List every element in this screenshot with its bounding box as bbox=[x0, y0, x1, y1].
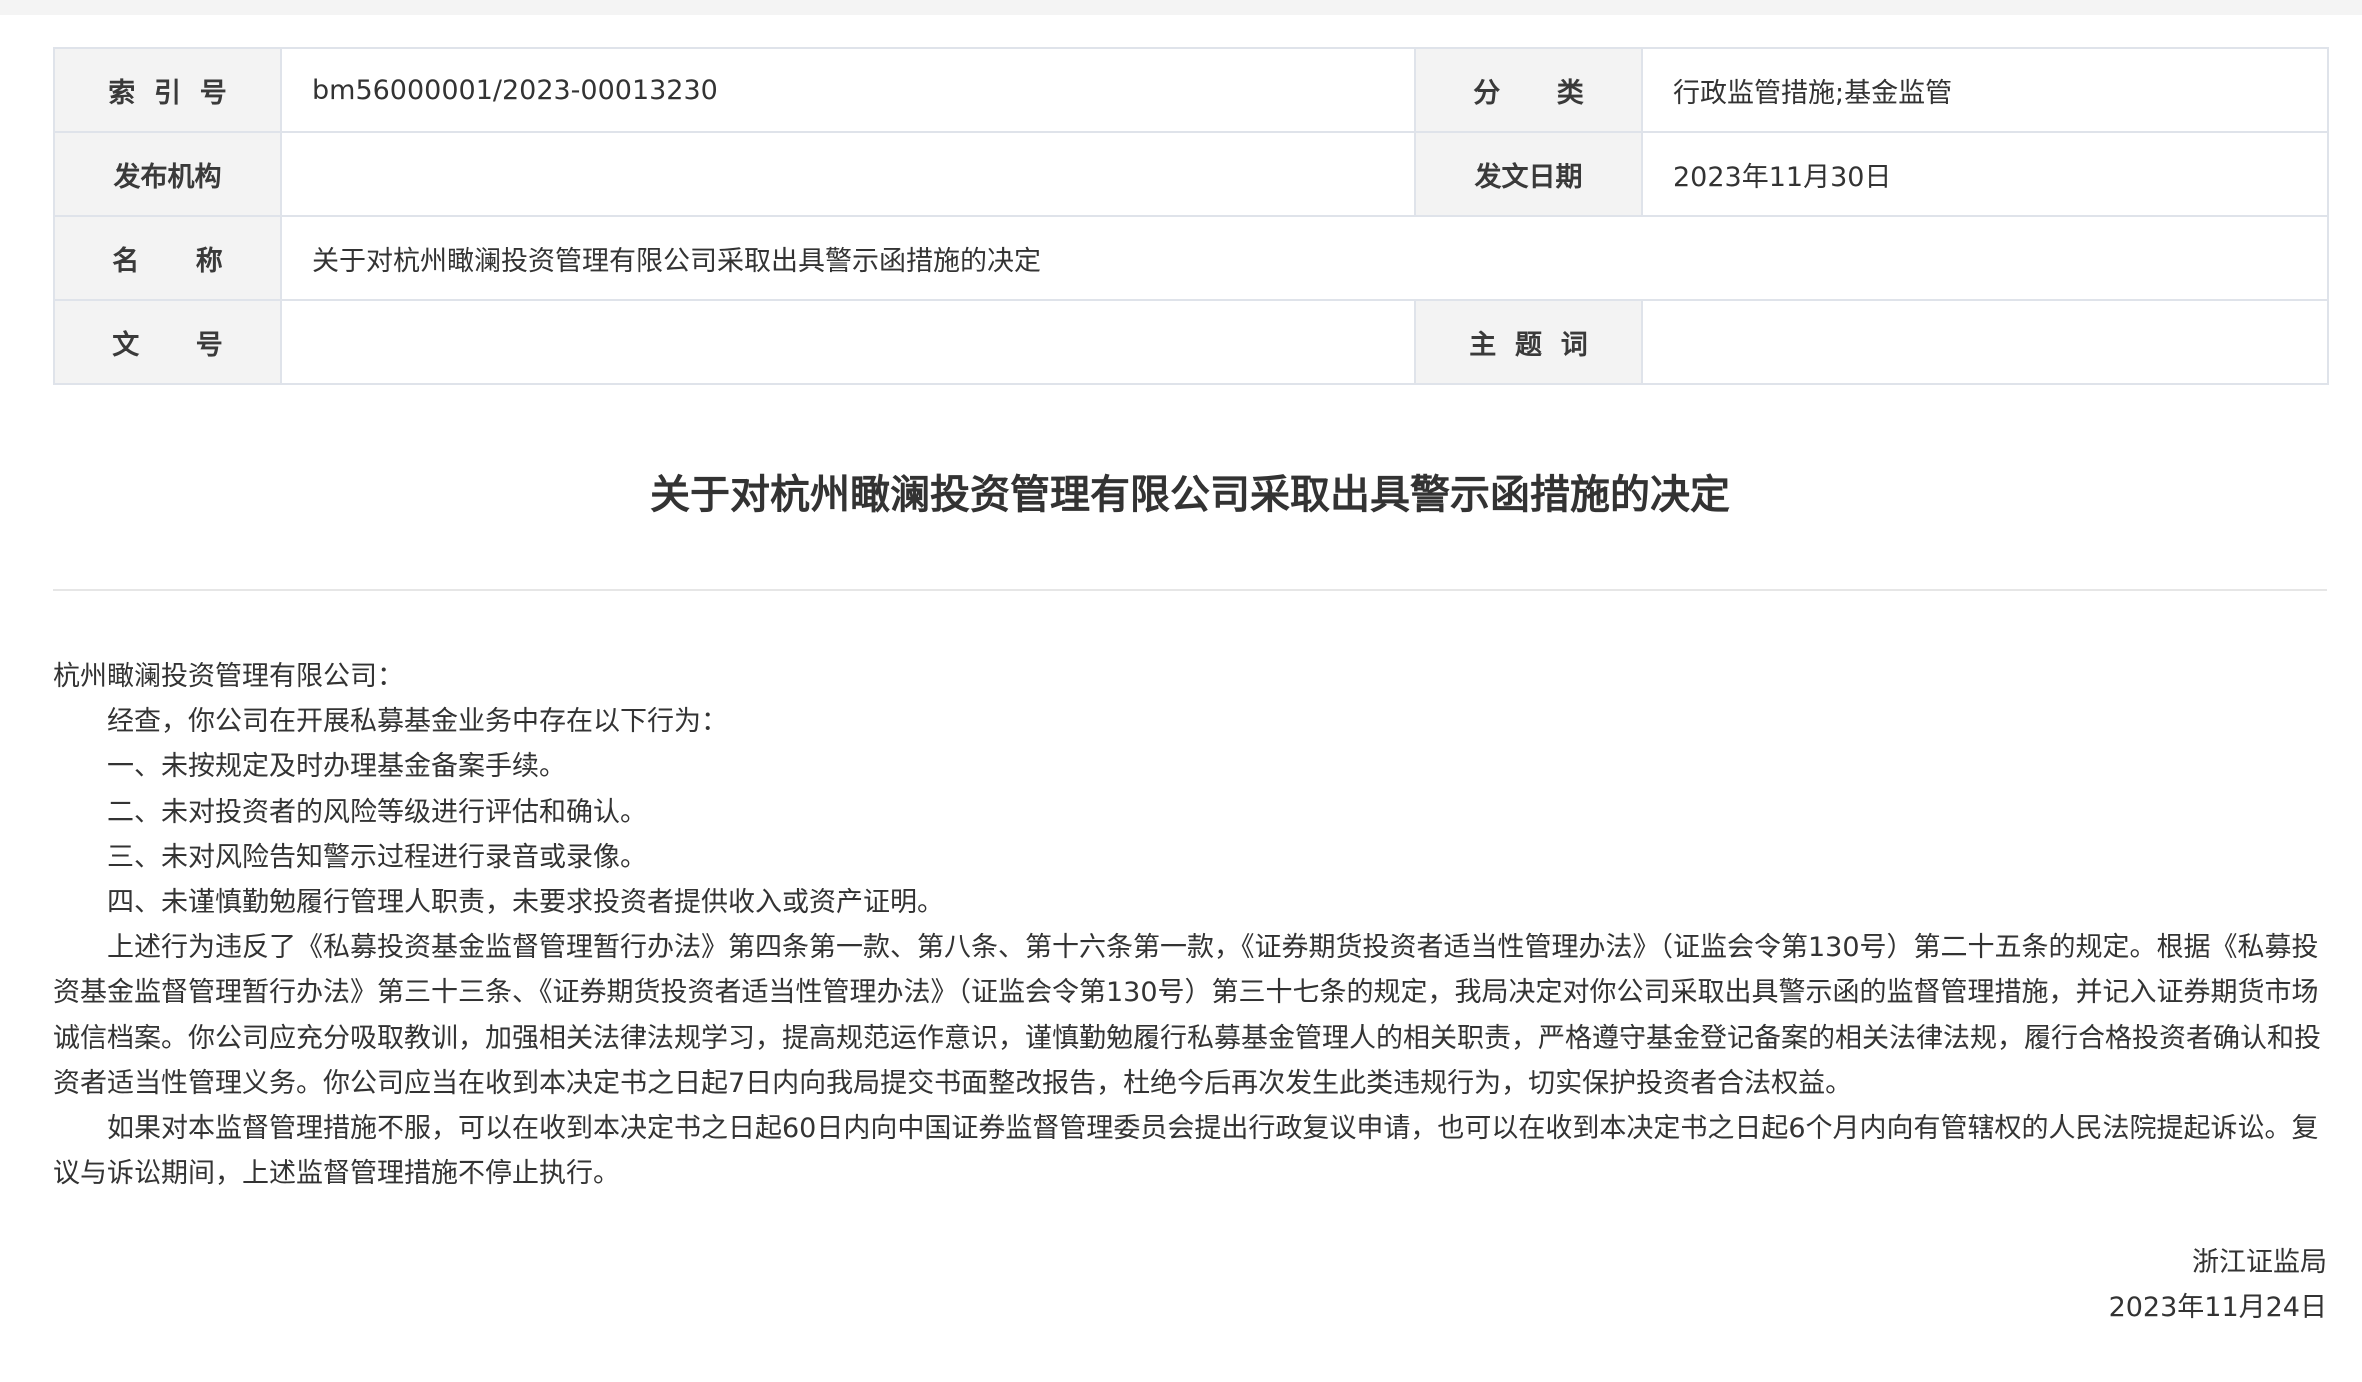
salutation: 杭州瞰澜投资管理有限公司： bbox=[53, 661, 404, 692]
index-label: 索 引 号 bbox=[53, 47, 282, 133]
body-paragraph-item-2: 二、未对投资者的风险等级进行评估和确认。 bbox=[107, 796, 647, 828]
body-paragraph-item-1: 一、未按规定及时办理基金备案手续。 bbox=[107, 751, 566, 783]
issuer-value bbox=[280, 131, 1416, 217]
info-row-docno: 文 号 主 题 词 bbox=[53, 299, 2329, 385]
info-row-index: 索 引 号 bm56000001/2023-00013230 分 类 行政监管措… bbox=[53, 47, 2329, 133]
document-body: 杭州瞰澜投资管理有限公司： 经查，你公司在开展私募基金业务中存在以下行为： 一、… bbox=[53, 654, 2327, 1196]
keywords-label: 主 题 词 bbox=[1414, 299, 1643, 385]
index-value: bm56000001/2023-00013230 bbox=[280, 47, 1416, 133]
name-label: 名 称 bbox=[53, 215, 282, 301]
document-info-table: 索 引 号 bm56000001/2023-00013230 分 类 行政监管措… bbox=[53, 47, 2329, 385]
docno-value bbox=[280, 299, 1416, 385]
body-paragraph-findings: 经查，你公司在开展私募基金业务中存在以下行为： bbox=[107, 706, 728, 738]
body-paragraph-item-4: 四、未谨慎勤勉履行管理人职责，未要求投资者提供收入或资产证明。 bbox=[107, 887, 944, 919]
category-label: 分 类 bbox=[1414, 47, 1643, 133]
top-bar bbox=[0, 0, 2362, 15]
name-value: 关于对杭州瞰澜投资管理有限公司采取出具警示函措施的决定 bbox=[280, 215, 2329, 301]
date-label: 发文日期 bbox=[1414, 131, 1643, 217]
body-paragraph-item-3: 三、未对风险告知警示过程进行录音或录像。 bbox=[107, 841, 647, 873]
date-value: 2023年11月30日 bbox=[1641, 131, 2329, 217]
signature-org: 浙江证监局 bbox=[2192, 1247, 2327, 1278]
info-row-name: 名 称 关于对杭州瞰澜投资管理有限公司采取出具警示函措施的决定 bbox=[53, 215, 2329, 301]
body-paragraph-decision: 上述行为违反了《私募投资基金监督管理暂行办法》第四条第一款、第八条、第十六条第一… bbox=[53, 932, 2321, 1099]
body-paragraph-appeal: 如果对本监督管理措施不服，可以在收到本决定书之日起60日内向中国证券监督管理委员… bbox=[53, 1113, 2319, 1190]
keywords-value bbox=[1641, 299, 2329, 385]
signature-block: 浙江证监局 2023年11月24日 bbox=[2109, 1240, 2327, 1330]
document-title: 关于对杭州瞰澜投资管理有限公司采取出具警示函措施的决定 bbox=[650, 472, 1730, 518]
issuer-label: 发布机构 bbox=[53, 131, 282, 217]
title-divider bbox=[53, 589, 2327, 591]
info-row-issuer: 发布机构 发文日期 2023年11月30日 bbox=[53, 131, 2329, 217]
signature-date: 2023年11月24日 bbox=[2108, 1292, 2327, 1323]
docno-label: 文 号 bbox=[53, 299, 282, 385]
category-value: 行政监管措施;基金监管 bbox=[1641, 47, 2329, 133]
